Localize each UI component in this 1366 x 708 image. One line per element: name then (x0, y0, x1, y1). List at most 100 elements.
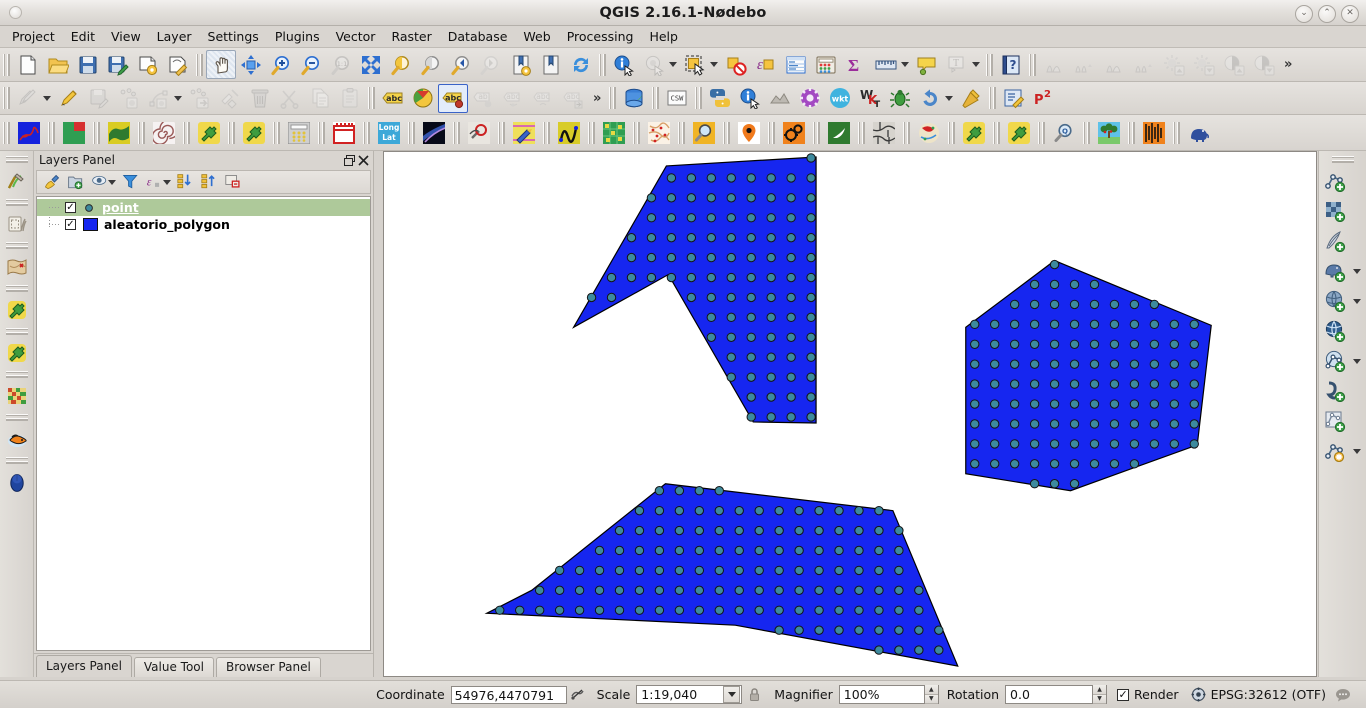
dock-grip[interactable] (5, 328, 28, 335)
add-spatialite-layer-button[interactable] (1321, 226, 1365, 256)
menu-item-edit[interactable]: Edit (63, 27, 103, 46)
zoom-next-button[interactable] (476, 50, 506, 79)
toolbar-grip[interactable] (498, 121, 505, 144)
magnifier-plugin-button[interactable] (688, 118, 720, 147)
zoom-native-resolution-button[interactable]: 1:1 (326, 50, 356, 79)
wkt-text-plugin-button[interactable]: WKT (855, 84, 885, 113)
local-extent-stretch-button[interactable] (1129, 50, 1159, 79)
dock-grip[interactable] (5, 371, 28, 378)
toolbar-grip[interactable] (183, 121, 190, 144)
zoom-full-button[interactable] (356, 50, 386, 79)
coordinate-input[interactable]: 54976,4470791 (450, 685, 567, 704)
toolbar-grip[interactable] (948, 121, 955, 144)
add-raster-layer-button[interactable] (1321, 196, 1365, 226)
calendar-plugin-button[interactable] (328, 118, 360, 147)
toolbar-grip[interactable] (3, 121, 10, 144)
dock-grip[interactable] (5, 285, 28, 292)
select-features-button[interactable] (680, 50, 710, 79)
toolbar-overflow-button[interactable]: » (1279, 57, 1297, 72)
decrease-contrast-button[interactable] (1249, 50, 1279, 79)
add-mssql-layer-button[interactable] (1321, 286, 1365, 316)
field-calculator-button[interactable] (811, 50, 841, 79)
treasure-map-button[interactable] (2, 252, 32, 282)
toolbar-grip[interactable] (363, 121, 370, 144)
toolbar-grip[interactable] (652, 87, 660, 109)
new-bookmark-button[interactable] (506, 50, 536, 79)
copy-features-button[interactable] (305, 84, 335, 113)
toolbar-grip[interactable] (609, 87, 617, 109)
toolbar-grip[interactable] (588, 121, 595, 144)
toolbar-grip[interactable] (48, 121, 55, 144)
toolbar-grip[interactable] (1029, 53, 1036, 76)
messages-log-icon[interactable] (1326, 688, 1360, 702)
toolbar-grip[interactable] (986, 53, 993, 76)
curve-plugin-button[interactable] (553, 118, 585, 147)
chevron-down-icon[interactable] (901, 62, 909, 67)
style-manager-button[interactable] (408, 84, 438, 113)
paste-features-button[interactable] (335, 84, 365, 113)
toolbar-grip[interactable] (633, 121, 640, 144)
heatmap-plugin-button[interactable] (643, 118, 675, 147)
toolbar-grip[interactable] (1173, 121, 1180, 144)
toolbar-grip[interactable] (3, 87, 10, 109)
koi-fish-button[interactable] (2, 424, 32, 454)
menu-item-help[interactable]: Help (641, 27, 686, 46)
open-attribute-table-button[interactable] (781, 50, 811, 79)
scale-combo[interactable]: 1:19,040 (636, 685, 743, 704)
toolbar-grip[interactable] (1083, 121, 1090, 144)
dock-grip[interactable] (5, 242, 28, 249)
menu-item-project[interactable]: Project (4, 27, 63, 46)
composer-manager-button[interactable] (163, 50, 193, 79)
dock-grip[interactable] (5, 199, 28, 206)
menu-item-view[interactable]: View (103, 27, 149, 46)
move-feature-button[interactable] (185, 84, 215, 113)
scale-lock-icon[interactable] (742, 687, 766, 702)
toolbar-grip[interactable] (543, 121, 550, 144)
layer-visibility-checkbox[interactable]: ✓ (65, 219, 76, 230)
close-panel-icon[interactable] (356, 153, 370, 167)
add-vector-layer-button[interactable] (1321, 166, 1365, 196)
new-shapefile-layer-button[interactable] (1321, 406, 1365, 436)
toolbar-overflow-button[interactable]: » (588, 91, 606, 106)
rotation-stepper[interactable]: ▲ ▼ (1092, 685, 1107, 704)
python-console-button[interactable] (705, 84, 735, 113)
menu-item-processing[interactable]: Processing (559, 27, 642, 46)
toolbar-grip[interactable] (138, 121, 145, 144)
deselect-features-button[interactable] (721, 50, 751, 79)
toolbar-grip[interactable] (228, 121, 235, 144)
refresh-button[interactable] (566, 50, 596, 79)
help-contents-button[interactable]: ? (996, 50, 1026, 79)
save-project-button[interactable] (73, 50, 103, 79)
blue-streak-plugin-button[interactable] (418, 118, 450, 147)
menu-item-vector[interactable]: Vector (328, 27, 384, 46)
render-checkbox[interactable]: ✓ (1117, 688, 1130, 701)
plugin-manager-button[interactable] (238, 118, 270, 147)
full-extent-stretch-button[interactable] (1099, 50, 1129, 79)
toolbar-grip[interactable] (813, 121, 820, 144)
dock-tab-browser-panel[interactable]: Browser Panel (215, 657, 321, 677)
statistical-summary-button[interactable]: Σ (841, 50, 871, 79)
toolbar-grip[interactable] (1038, 121, 1045, 144)
toolbar-grip[interactable] (858, 121, 865, 144)
toolbar-grip[interactable] (723, 121, 730, 144)
zoom-to-selection-button[interactable] (386, 50, 416, 79)
filter-legend-button[interactable] (119, 172, 143, 192)
toolbar-grip[interactable] (368, 87, 375, 109)
db-manager-button[interactable] (619, 84, 649, 113)
toggle-editing-button[interactable] (54, 84, 84, 113)
zoom-in-button[interactable] (266, 50, 296, 79)
modify-attributes-button[interactable] (215, 84, 245, 113)
pan-to-selection-button[interactable] (236, 50, 266, 79)
plugin-builder-button[interactable] (956, 84, 986, 113)
change-label-button[interactable]: abc (558, 84, 588, 113)
mouse-button[interactable] (2, 467, 32, 497)
layer-row[interactable]: ✓ point (37, 199, 370, 216)
grass-plugin-button[interactable] (823, 118, 855, 147)
current-edits-button[interactable] (13, 84, 43, 113)
metasearch-csw-button[interactable]: CSW (662, 84, 692, 113)
render-toggle[interactable]: ✓ Render (1117, 687, 1179, 702)
zoom-last-button[interactable] (446, 50, 476, 79)
chevron-down-icon[interactable] (945, 95, 954, 101)
rotate-label-button[interactable]: abc (528, 84, 558, 113)
toolbar-grip[interactable] (453, 121, 460, 144)
